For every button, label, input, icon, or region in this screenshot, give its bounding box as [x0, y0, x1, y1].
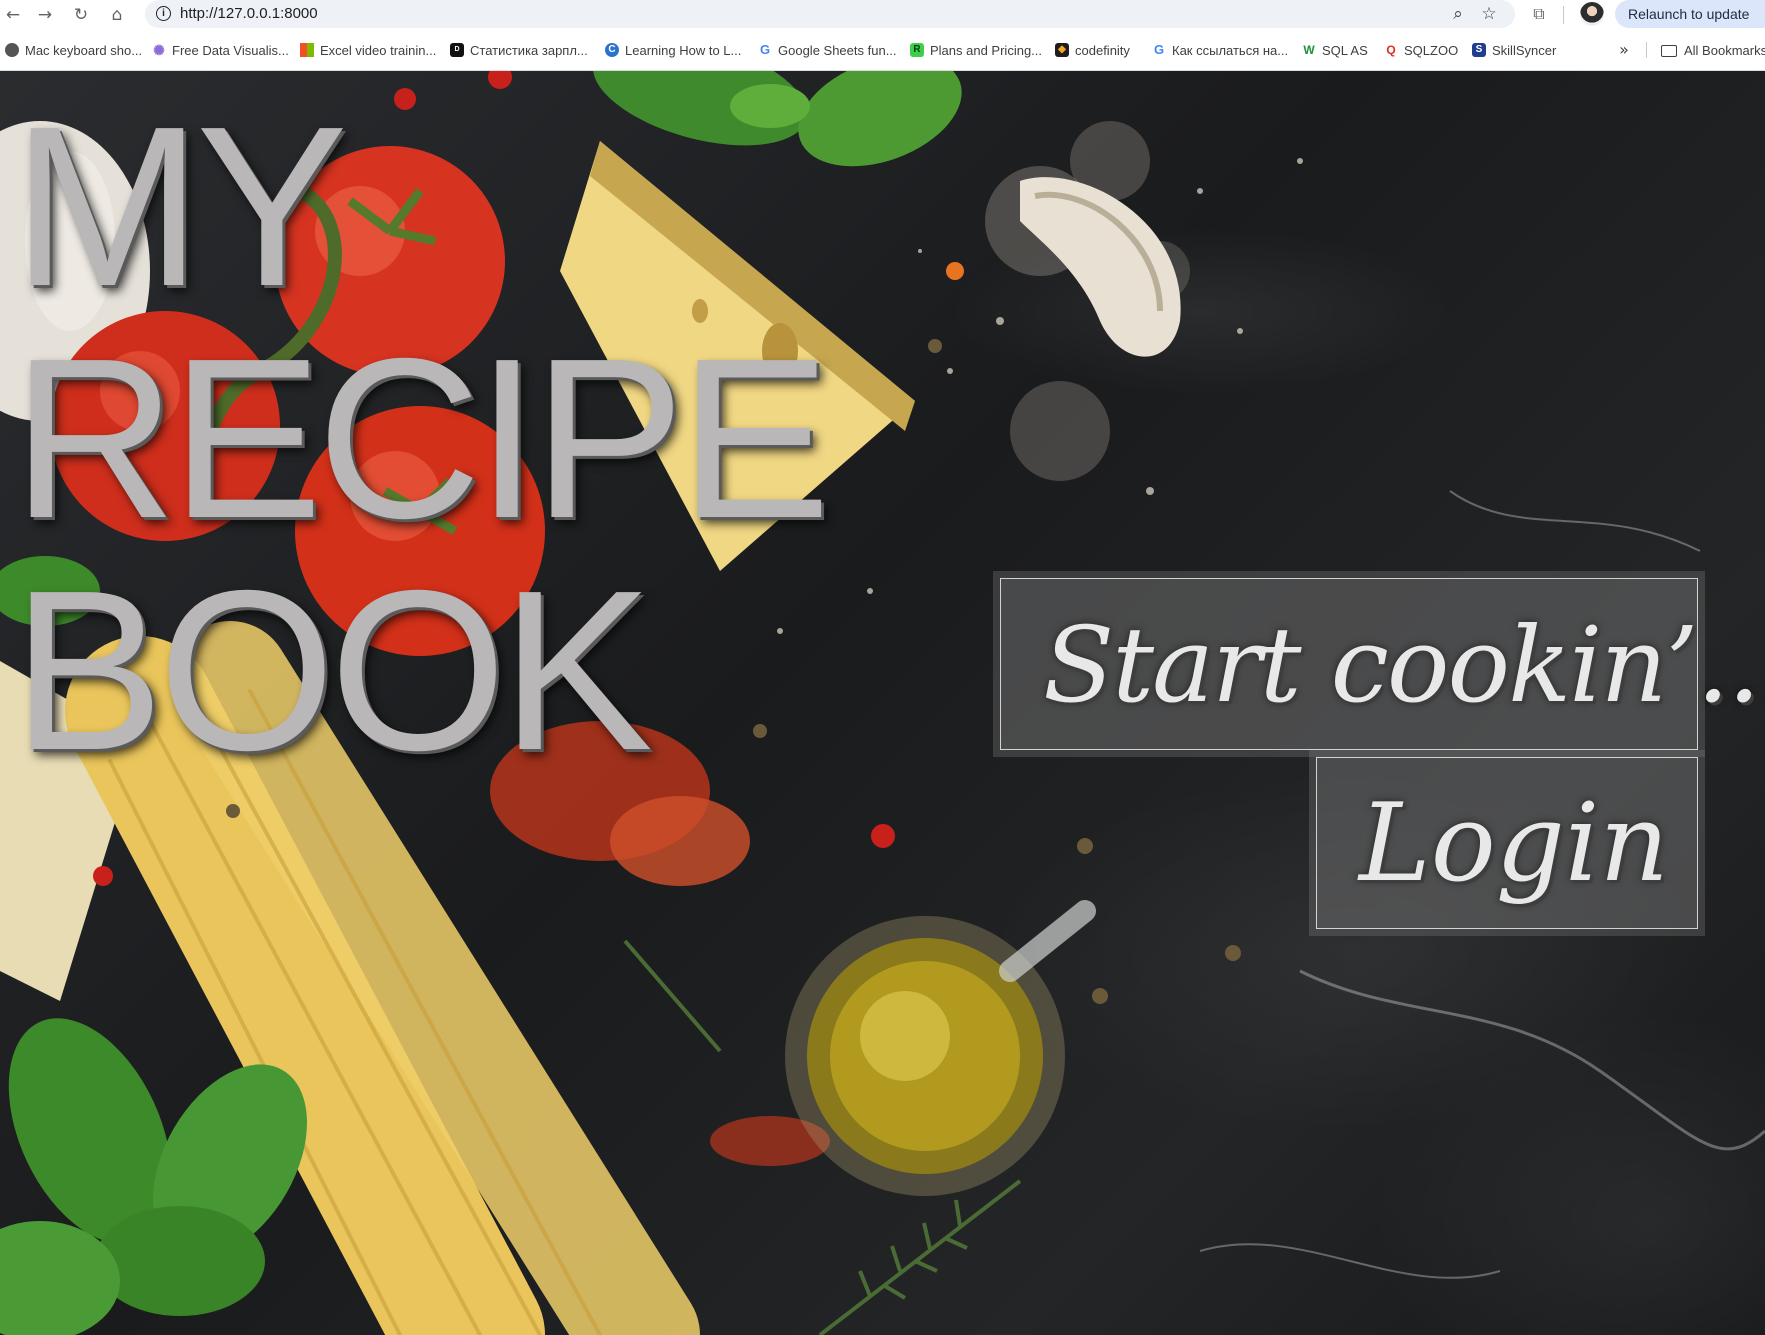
extensions-icon[interactable]: ⧉	[1528, 3, 1550, 25]
bookmark-star-icon[interactable]: ☆	[1478, 3, 1500, 25]
page-title: MY RECIPE BOOK	[12, 80, 831, 798]
landing-page: MY RECIPE BOOK Start cookin’... Login	[0, 71, 1765, 1335]
bookmark-label: Статистика зарпл...	[470, 42, 588, 58]
bookmark-item[interactable]: Q SQLZOO	[1384, 40, 1458, 60]
bookmark-label: codefinity	[1075, 42, 1130, 58]
title-line: BOOK	[12, 544, 653, 798]
all-bookmarks-label: All Bookmarks	[1684, 42, 1765, 58]
codefinity-icon: ◆	[1055, 43, 1069, 57]
bookmarks-bar: Mac keyboard sho... ✺ Free Data Visualis…	[0, 38, 1765, 62]
bookmark-item[interactable]: Mac keyboard sho...	[5, 40, 142, 60]
bookmark-label: Google Sheets fun...	[778, 42, 897, 58]
bookmark-label: Как ссылаться на...	[1172, 42, 1289, 58]
sqlzoo-icon: Q	[1386, 43, 1396, 57]
site-info-icon[interactable]: i	[156, 6, 171, 21]
bookmark-item[interactable]: W SQL AS	[1302, 40, 1368, 60]
home-button[interactable]: ⌂	[104, 2, 130, 28]
skillsyncer-icon: S	[1472, 43, 1486, 57]
bookmark-item[interactable]: G Как ссылаться на...	[1152, 40, 1288, 60]
folder-icon	[1661, 45, 1677, 57]
forward-button[interactable]: →	[32, 2, 58, 28]
bookmark-label: SQL AS	[1322, 42, 1368, 58]
toolbar-divider	[1563, 6, 1564, 24]
dots-icon: ✺	[153, 42, 165, 58]
bookmark-label: SQLZOO	[1404, 42, 1459, 58]
bookmark-label: SkillSyncer	[1492, 42, 1557, 58]
w-icon: W	[1303, 43, 1315, 57]
bookmark-item[interactable]: G Google Sheets fun...	[758, 40, 897, 60]
bookmark-label: Learning How to L...	[625, 42, 742, 58]
title-line: MY	[12, 80, 348, 334]
browser-toolbar: ← → ↻ ⌂ i http://127.0.0.1:8000 ⌕ ☆ ⧉ Re…	[0, 0, 1765, 30]
bookmark-label: Free Data Visualis...	[172, 42, 289, 58]
bookmark-item[interactable]: D Статистика зарпл...	[450, 40, 588, 60]
bookmark-label: Plans and Pricing...	[930, 42, 1043, 58]
bookmark-item[interactable]: S SkillSyncer	[1472, 40, 1556, 60]
bookmark-item[interactable]: R Plans and Pricing...	[910, 40, 1042, 60]
back-button[interactable]: ←	[0, 2, 26, 28]
address-bar[interactable]: i http://127.0.0.1:8000 ⌕ ☆	[145, 0, 1515, 28]
start-cooking-button[interactable]: Start cookin’...	[1000, 578, 1765, 750]
dou-icon: D	[450, 43, 464, 57]
zoom-icon[interactable]: ⌕	[1447, 3, 1469, 25]
microsoft-icon	[300, 43, 314, 57]
title-line: RECIPE	[12, 312, 831, 566]
bookmark-item[interactable]: C Learning How to L...	[605, 40, 741, 60]
bookmark-label: Excel video trainin...	[320, 42, 437, 58]
url-text[interactable]: http://127.0.0.1:8000	[180, 5, 318, 22]
plans-icon: R	[910, 43, 924, 57]
olive-oil-cup	[785, 900, 1096, 1196]
profile-avatar[interactable]	[1580, 2, 1604, 26]
all-bookmarks-button[interactable]: All Bookmarks	[1661, 40, 1765, 60]
bookmarks-divider	[1646, 42, 1647, 58]
coursera-icon: C	[605, 43, 619, 57]
google-icon: G	[1153, 42, 1165, 57]
reload-button[interactable]: ↻	[68, 2, 94, 28]
relaunch-button[interactable]: Relaunch to update	[1615, 0, 1765, 28]
login-button[interactable]: Login	[1316, 757, 1698, 929]
bookmark-label: Mac keyboard sho...	[25, 42, 143, 58]
apple-icon	[5, 43, 19, 57]
bookmark-item[interactable]: ✺ Free Data Visualis...	[152, 40, 289, 60]
bookmark-item[interactable]: Excel video trainin...	[300, 40, 436, 60]
google-icon: G	[759, 42, 771, 57]
more-bookmarks-icon[interactable]: »	[1614, 38, 1634, 62]
bookmark-item[interactable]: ◆ codefinity	[1055, 40, 1130, 60]
browser-chrome: ← → ↻ ⌂ i http://127.0.0.1:8000 ⌕ ☆ ⧉ Re…	[0, 0, 1765, 71]
